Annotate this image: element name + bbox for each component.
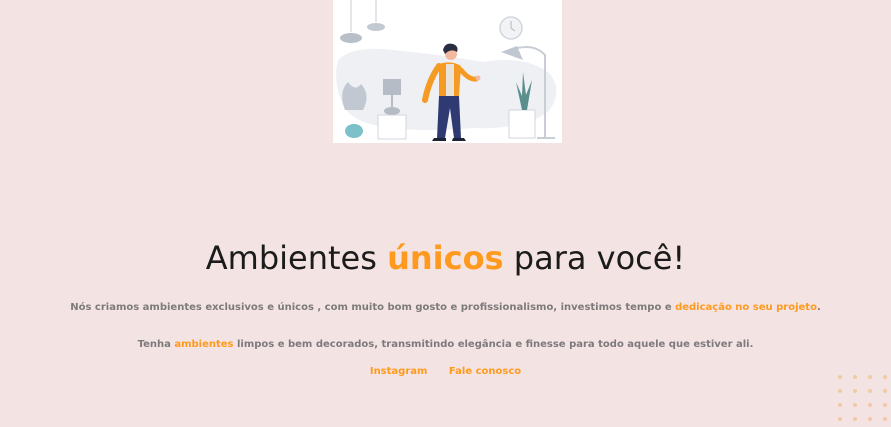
page-headline: Ambientes únicos para você! — [0, 239, 891, 277]
headline-text-end: para você! — [503, 239, 686, 277]
contact-link[interactable]: Fale conosco — [449, 366, 521, 377]
hero-illustration — [333, 0, 562, 143]
headline-accent: únicos — [387, 239, 504, 277]
secondary-paragraph: Tenha ambientes limpos e bem decorados, … — [0, 339, 891, 350]
instagram-link[interactable]: Instagram — [370, 366, 428, 377]
living-room-illustration — [336, 0, 557, 141]
social-links: Instagram Fale conosco — [0, 366, 891, 377]
dot-grid-decoration — [838, 375, 891, 427]
intro-text: Nós criamos ambientes exclusivos e único… — [70, 302, 676, 313]
secondary-text: limpos e bem decorados, transmitindo ele… — [233, 339, 754, 350]
intro-paragraph: Nós criamos ambientes exclusivos e único… — [0, 302, 891, 313]
intro-accent: dedicação no seu projeto — [675, 302, 817, 313]
intro-end: . — [816, 302, 821, 313]
secondary-accent: ambientes — [174, 339, 234, 350]
secondary-start: Tenha — [137, 339, 175, 350]
headline-text-start: Ambientes — [205, 239, 388, 277]
